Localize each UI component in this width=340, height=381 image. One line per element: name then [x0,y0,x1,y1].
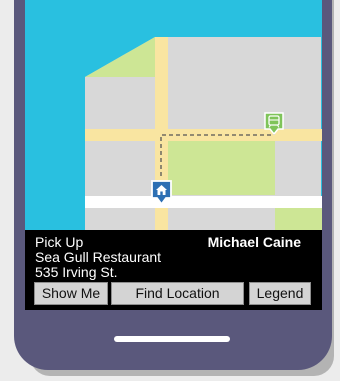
road-highlighted [85,196,322,208]
trip-info-panel: Pick Up Sea Gull Restaurant 535 Irving S… [25,230,322,310]
show-me-button[interactable]: Show Me [34,282,108,305]
road-horizontal [85,129,322,141]
find-location-button[interactable]: Find Location [111,282,244,305]
pickup-label: Pick Up [35,234,84,250]
park-area [275,208,322,230]
park-area [168,141,275,195]
pickup-address: 535 Irving St. [35,264,118,280]
pickup-place: Sea Gull Restaurant [35,249,162,265]
home-indicator[interactable] [114,336,230,342]
driver-name: Michael Caine [207,234,301,250]
legend-button[interactable]: Legend [249,282,311,305]
map-view[interactable] [25,0,322,230]
phone-screen: Pick Up Sea Gull Restaurant 535 Irving S… [25,0,322,310]
